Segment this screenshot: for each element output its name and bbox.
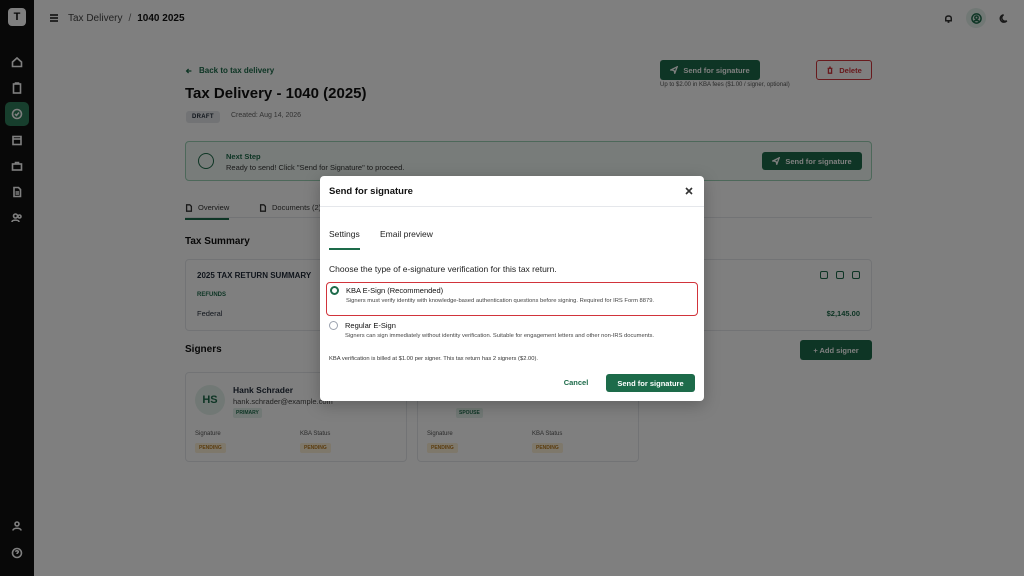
send-for-signature-dialog: Send for signature Settings Email previe… bbox=[320, 176, 704, 401]
kba-esign-description: Signers must verify identity with knowle… bbox=[346, 298, 655, 304]
tab-settings[interactable]: Settings bbox=[329, 229, 360, 250]
kba-esign-option[interactable]: KBA E-Sign (Recommended) Signers must ve… bbox=[326, 282, 698, 316]
kba-esign-radio[interactable] bbox=[330, 286, 339, 295]
kba-esign-title: KBA E-Sign (Recommended) bbox=[346, 286, 444, 295]
cancel-button[interactable]: Cancel bbox=[556, 374, 596, 391]
regular-esign-description: Signers can sign immediately without ide… bbox=[345, 333, 655, 339]
close-icon[interactable] bbox=[682, 184, 696, 198]
regular-esign-option[interactable]: Regular E-Sign Signers can sign immediat… bbox=[326, 318, 698, 350]
tab-email-preview[interactable]: Email preview bbox=[380, 229, 433, 239]
dialog-title: Send for signature bbox=[329, 186, 413, 197]
send-for-signature-submit-button[interactable]: Send for signature bbox=[606, 374, 695, 392]
verification-instruction: Choose the type of e-signature verificat… bbox=[329, 264, 557, 274]
dialog-header: Send for signature bbox=[320, 176, 704, 207]
regular-esign-radio[interactable] bbox=[329, 321, 338, 330]
kba-billing-note: KBA verification is billed at $1.00 per … bbox=[329, 356, 539, 362]
regular-esign-title: Regular E-Sign bbox=[345, 321, 396, 330]
